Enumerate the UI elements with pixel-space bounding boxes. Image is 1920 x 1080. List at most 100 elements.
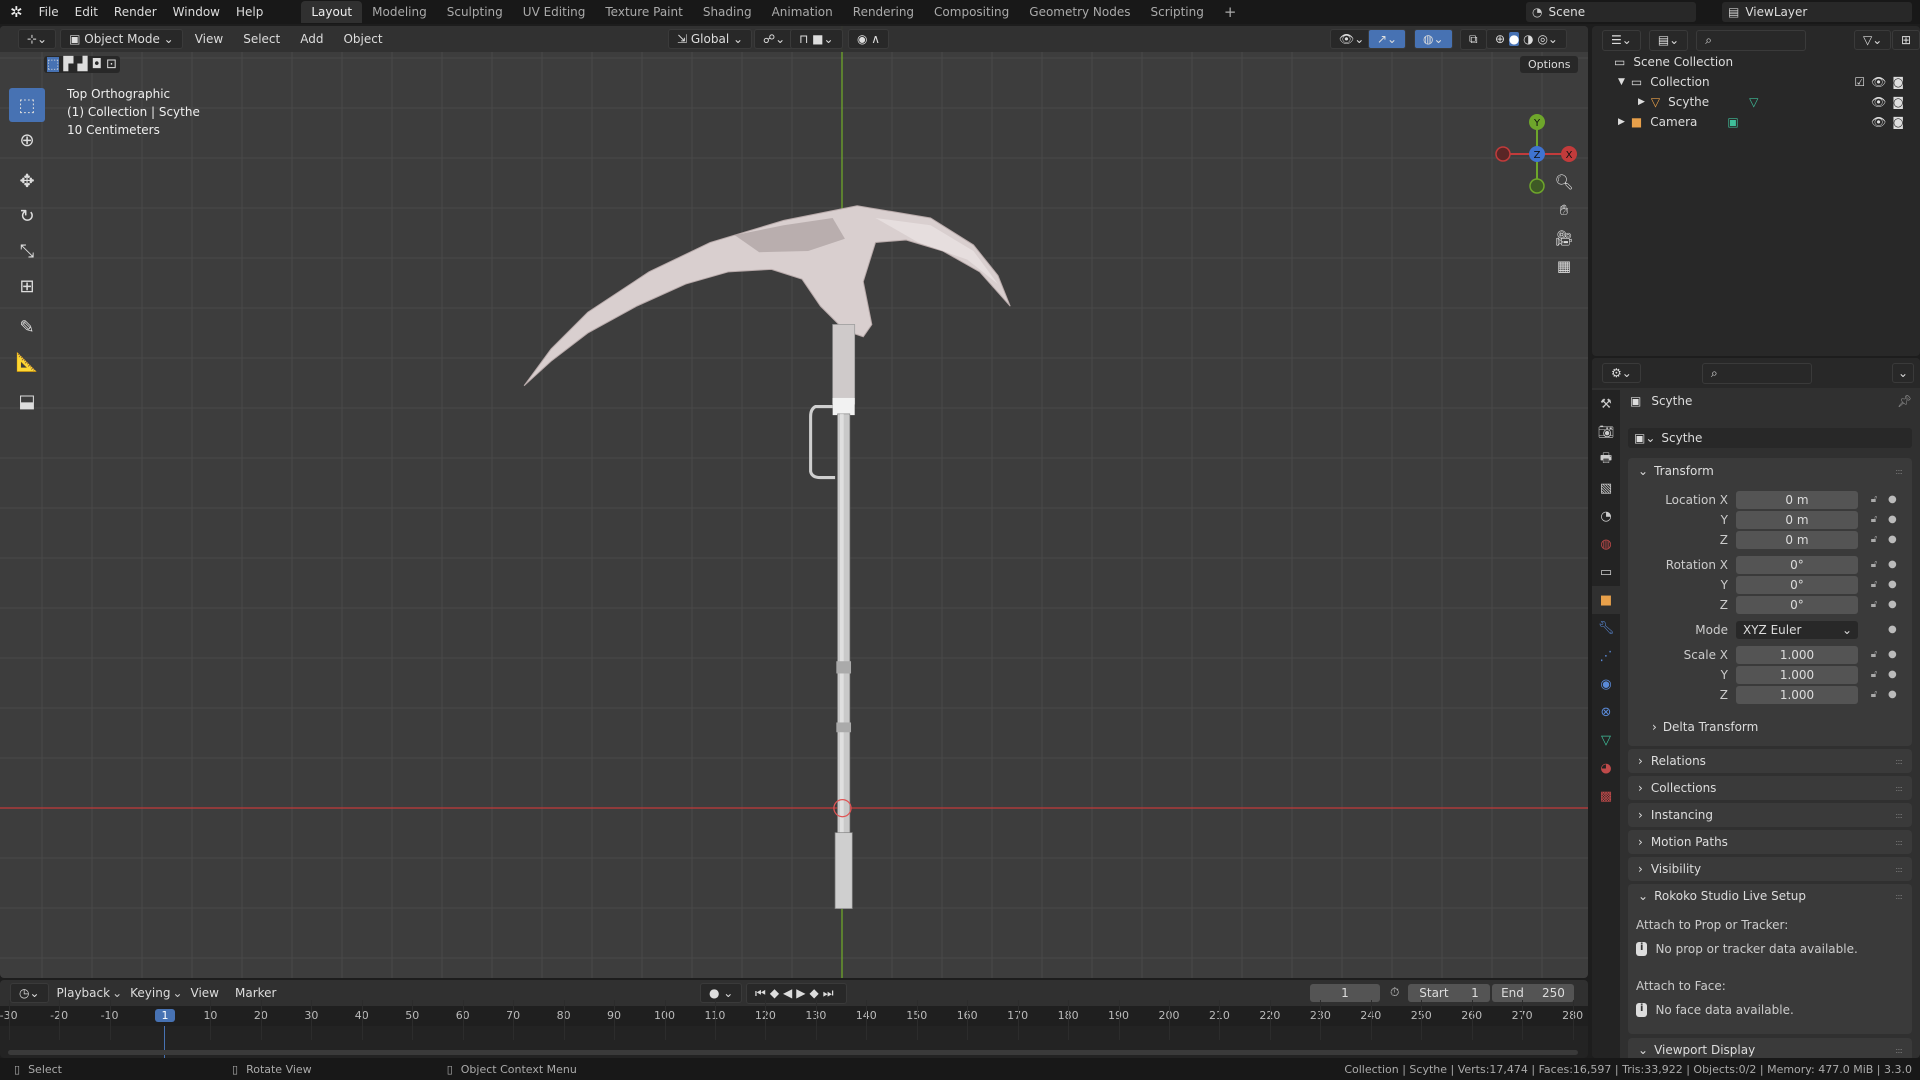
viewport-canvas[interactable] bbox=[0, 26, 1588, 978]
drag-handle-icon[interactable]: :::: bbox=[1895, 811, 1903, 820]
collection-tab-icon[interactable]: ▭ bbox=[1592, 558, 1620, 586]
particles-tab-icon[interactable]: ⋰ bbox=[1592, 642, 1620, 670]
annotate-tool[interactable]: ✎ bbox=[9, 310, 45, 344]
viewport-display-panel[interactable]: ⌄ Viewport Display:::: bbox=[1628, 1038, 1912, 1058]
camera-data-icon[interactable]: ▣ bbox=[1727, 115, 1738, 129]
properties-search[interactable]: ⌕ bbox=[1702, 363, 1812, 384]
drag-handle-icon[interactable]: :::: bbox=[1895, 865, 1903, 874]
auto-keying-toggle[interactable]: ● ⌄ bbox=[700, 983, 743, 1003]
blender-logo-icon[interactable]: ✲ bbox=[0, 3, 31, 21]
keyframe-dot-icon[interactable]: ● bbox=[1888, 649, 1897, 660]
object-toggles[interactable]: 👁︎◙ bbox=[1871, 95, 1910, 109]
menu-add[interactable]: Add bbox=[292, 30, 331, 48]
outliner-editor-type[interactable]: ☰⌄ bbox=[1602, 30, 1641, 51]
tab-animation[interactable]: Animation bbox=[762, 1, 843, 23]
outliner-item-collection[interactable]: ▼ ▭ Collection ☑👁︎◙ bbox=[1592, 72, 1920, 92]
mesh-data-icon[interactable]: ▽ bbox=[1749, 95, 1758, 109]
drag-handle-icon[interactable]: :::: bbox=[1895, 1046, 1903, 1055]
keyframe-dot-icon[interactable]: ● bbox=[1888, 689, 1897, 700]
outliner-item-scythe[interactable]: ▶ ▽ Scythe ▽ 👁︎◙ bbox=[1592, 92, 1920, 112]
menu-edit[interactable]: Edit bbox=[67, 5, 106, 19]
options-dropdown[interactable]: ⌄ bbox=[1892, 363, 1915, 383]
snap-toggle[interactable]: ⊓ ■⌄ bbox=[790, 29, 843, 49]
move-tool[interactable]: ✥ bbox=[9, 164, 45, 198]
add-cube-tool[interactable]: ⬓ bbox=[9, 384, 45, 418]
expand-arrow-icon[interactable]: ▶ bbox=[1638, 97, 1645, 107]
timeline-scrollbar[interactable] bbox=[8, 1050, 1578, 1055]
mode-selector[interactable]: ▣ Object Mode ⌄ bbox=[60, 29, 183, 49]
data-tab-icon[interactable]: ▽ bbox=[1592, 726, 1620, 754]
delta-transform-subpanel[interactable]: › Delta Transform bbox=[1642, 714, 1758, 740]
rotation-y-field[interactable]: 0° bbox=[1736, 575, 1858, 594]
lock-icon[interactable]: 🔓︎ bbox=[1864, 494, 1884, 505]
rotation-z-field[interactable]: 0° bbox=[1736, 595, 1858, 614]
selection-mode-buttons[interactable]: ⬚ ▛ ▟ ◘ ⊡ bbox=[44, 56, 120, 73]
scale-z-field[interactable]: 1.000 bbox=[1736, 685, 1858, 704]
location-y-field[interactable]: 0 m bbox=[1736, 510, 1858, 529]
location-x-field[interactable]: 0 m bbox=[1736, 490, 1858, 509]
modifier-tab-icon[interactable]: 🔧︎ bbox=[1592, 614, 1620, 642]
tab-layout[interactable]: Layout bbox=[301, 1, 363, 23]
view-layer-tab-icon[interactable]: ▧ bbox=[1592, 474, 1620, 502]
lock-icon[interactable]: 🔓︎ bbox=[1864, 579, 1884, 590]
physics-tab-icon[interactable]: ◉ bbox=[1592, 670, 1620, 698]
keyframe-dot-icon[interactable]: ● bbox=[1888, 559, 1897, 570]
view-layer-name[interactable]: ViewLayer bbox=[1745, 5, 1807, 19]
material-tab-icon[interactable]: ◕ bbox=[1592, 754, 1620, 782]
outliner-search[interactable]: ⌕ bbox=[1696, 30, 1807, 51]
select-new-icon[interactable]: ⬚ bbox=[47, 57, 60, 72]
add-workspace-button[interactable]: + bbox=[1214, 0, 1247, 25]
new-collection-icon[interactable]: ⊞ bbox=[1892, 30, 1920, 50]
rotation-x-field[interactable]: 0° bbox=[1736, 555, 1858, 574]
scale-tool[interactable]: ⤡ bbox=[9, 234, 45, 268]
frame-ruler[interactable]: -30-20-101102030405060708090100110120130… bbox=[0, 1006, 1588, 1026]
outliner-item-scene-collection[interactable]: ▭ Scene Collection bbox=[1592, 52, 1920, 72]
menu-object[interactable]: Object bbox=[335, 30, 390, 48]
menu-select[interactable]: Select bbox=[235, 30, 288, 48]
drag-handle-icon[interactable]: :::: bbox=[1895, 757, 1903, 766]
lock-icon[interactable]: 🔓︎ bbox=[1864, 649, 1884, 660]
select-box-tool[interactable]: ⬚ bbox=[9, 88, 45, 122]
rotation-mode-dropdown[interactable]: XYZ Euler ⌄ bbox=[1736, 620, 1858, 639]
tab-uv-editing[interactable]: UV Editing bbox=[513, 1, 596, 23]
3d-viewport[interactable]: ⊹⌄ ▣ Object Mode ⌄ View Select Add Objec… bbox=[0, 26, 1588, 978]
prev-keyframe-icon[interactable]: ◆ bbox=[770, 986, 783, 1000]
relations-panel[interactable]: › Relations:::: bbox=[1628, 749, 1912, 773]
object-name-field[interactable]: ▣⌄ Scythe bbox=[1628, 428, 1912, 448]
timeline-editor-type[interactable]: ◷⌄ bbox=[10, 983, 49, 1003]
options-button[interactable]: Options bbox=[1520, 56, 1579, 73]
menu-view[interactable]: View bbox=[187, 30, 231, 48]
render-tab-icon[interactable]: 📷︎ bbox=[1592, 418, 1620, 446]
lock-icon[interactable]: 🔓︎ bbox=[1864, 559, 1884, 570]
proportional-editing-toggle[interactable]: ◉ ∧ bbox=[848, 29, 890, 49]
editor-type-button[interactable]: ⊹⌄ bbox=[18, 29, 57, 49]
collection-toggles[interactable]: ☑👁︎◙ bbox=[1854, 75, 1910, 89]
keyframe-dot-icon[interactable]: ● bbox=[1888, 669, 1897, 680]
pivot-point-button[interactable]: ☍⌄ bbox=[754, 29, 795, 49]
object-name-value[interactable]: Scythe bbox=[1661, 431, 1702, 445]
shading-modes[interactable]: ⊕ ● ◑ ◎⌄ bbox=[1486, 29, 1567, 49]
playback-controls[interactable]: ⏮◆◀▶◆⏭ bbox=[746, 983, 847, 1004]
end-frame-field[interactable]: End 250 bbox=[1492, 984, 1574, 1002]
scene-name[interactable]: Scene bbox=[1548, 5, 1585, 19]
current-frame-marker[interactable]: 1 bbox=[155, 1009, 176, 1022]
keyframe-dot-icon[interactable]: ● bbox=[1888, 599, 1897, 610]
outliner-item-camera[interactable]: ▶ ■ Camera ▣ 👁︎◙ bbox=[1592, 112, 1920, 132]
lock-icon[interactable]: 🔓︎ bbox=[1864, 669, 1884, 680]
constraints-tab-icon[interactable]: ⊗ bbox=[1592, 698, 1620, 726]
tool-tab-icon[interactable]: ⚒ bbox=[1592, 390, 1620, 418]
tab-rendering[interactable]: Rendering bbox=[843, 1, 924, 23]
properties-editor-type[interactable]: ⚙⌄ bbox=[1602, 363, 1641, 383]
object-toggles[interactable]: 👁︎◙ bbox=[1871, 115, 1910, 129]
expand-arrow-icon[interactable]: ▶ bbox=[1618, 117, 1625, 127]
menu-view[interactable]: View bbox=[183, 984, 227, 1002]
display-mode-selector[interactable]: ▤⌄ bbox=[1648, 30, 1689, 51]
camera-view-icon[interactable]: 🎥︎ bbox=[1550, 224, 1578, 252]
tab-modeling[interactable]: Modeling bbox=[362, 1, 437, 23]
visibility-panel[interactable]: › Visibility:::: bbox=[1628, 857, 1912, 881]
drag-handle-icon[interactable]: :::: bbox=[1895, 838, 1903, 847]
lock-icon[interactable]: 🔓︎ bbox=[1864, 689, 1884, 700]
rotate-tool[interactable]: ↻ bbox=[9, 199, 45, 233]
filter-icon[interactable]: ▽⌄ bbox=[1854, 30, 1892, 50]
keyframe-dot-icon[interactable]: ● bbox=[1888, 494, 1897, 505]
